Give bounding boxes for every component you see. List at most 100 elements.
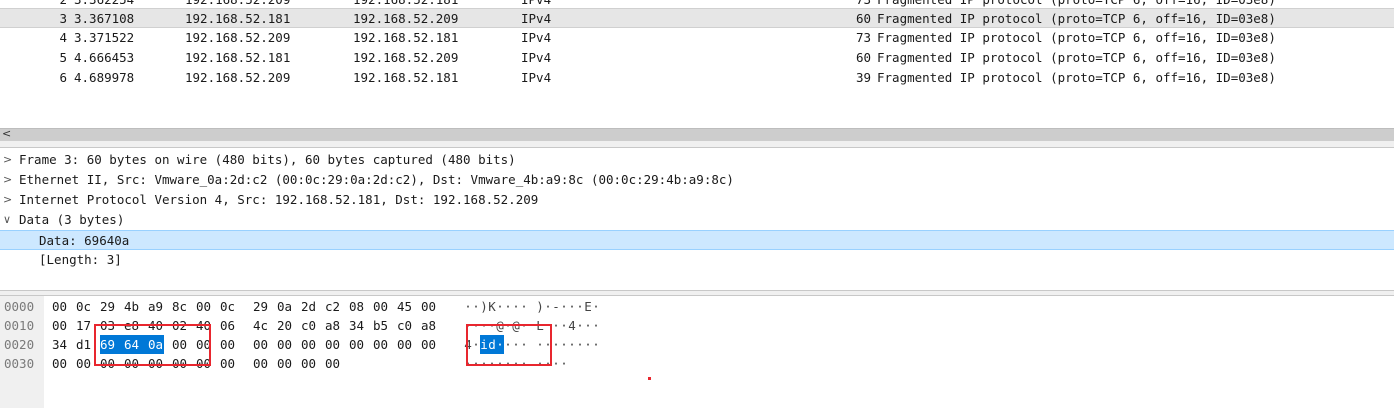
hex-byte[interactable]: 00 [373,297,393,316]
hex-byte[interactable]: 00 [277,354,297,373]
hex-byte[interactable]: 00 [421,297,441,316]
hex-byte[interactable]: 00 [76,354,96,373]
ascii-char[interactable]: · [552,335,560,354]
ascii-char[interactable]: · [584,316,592,335]
hex-byte[interactable]: b5 [373,316,393,335]
packet-row[interactable]: 4 3.371522 192.168.52.209 192.168.52.181 IPv… [0,28,1394,48]
ascii-char[interactable]: ) [536,297,544,316]
ascii-char[interactable]: - [552,297,560,316]
packet-row[interactable]: 5 4.666453 192.168.52.181 192.168.52.209 IPv… [0,48,1394,68]
hex-byte[interactable]: 45 [397,297,417,316]
hex-byte[interactable]: 00 [196,297,216,316]
ascii-char[interactable]: · [560,297,568,316]
hex-byte[interactable]: 06 [220,316,240,335]
ascii-char[interactable]: · [496,297,504,316]
packet-row[interactable]: 3 3.367108 192.168.52.181 192.168.52.209 IPv… [0,8,1394,28]
hex-row[interactable]: 0000 00 0c 29 4b a9 8c 00 0c 29 0a 2d c2 08 00 45 00 · ·) K… [0,297,1394,316]
tree-item-ip[interactable]: > Internet Protocol Version 4, Src: 192.… [0,190,1394,210]
hex-byte[interactable]: 00 [397,335,417,354]
ascii-char[interactable]: K [488,297,496,316]
ascii-char[interactable]: · [568,297,576,316]
hex-byte[interactable]: 00 [349,335,369,354]
ascii-char[interactable]: ) [480,297,488,316]
ascii-char[interactable]: · [560,335,568,354]
ascii-char[interactable]: · [560,316,568,335]
hex-byte[interactable]: 4b [124,297,144,316]
hex-byte[interactable]: 00 [253,335,273,354]
hex-byte[interactable]: 00 [52,297,72,316]
hex-byte[interactable]: 00 [52,316,72,335]
hex-byte[interactable]: 0a [277,297,297,316]
tree-item-frame[interactable]: > Frame 3: 60 bytes on wire (480 bits), … [0,150,1394,170]
packet-info: Fragmented IP protocol (proto=TCP 6, off… [877,30,1276,45]
ascii-char[interactable]: · [512,297,520,316]
hex-byte[interactable]: 08 [349,297,369,316]
tree-item-ethernet[interactable]: > Ethernet II, Src: Vmware_0a:2d:c2 (00:… [0,170,1394,190]
hex-byte[interactable]: 0c [220,297,240,316]
hex-byte[interactable]: 34 [52,335,72,354]
hex-byte[interactable]: 00 [325,335,345,354]
packet-protocol: IPv4 [521,11,552,26]
hex-byte[interactable]: 00 [253,354,273,373]
ascii-char[interactable]: · [504,297,512,316]
hex-byte[interactable]: 00 [373,335,393,354]
ascii-char[interactable]: · [544,297,552,316]
hex-byte[interactable]: 00 [325,354,345,373]
hex-byte[interactable]: d1 [76,335,96,354]
hex-byte[interactable]: 00 [301,335,321,354]
ascii-char[interactable]: E [584,297,592,316]
hex-byte[interactable]: 20 [277,316,297,335]
hex-byte[interactable]: c0 [397,316,417,335]
hex-byte[interactable]: 00 [220,354,240,373]
hex-byte[interactable]: c0 [301,316,321,335]
hex-byte[interactable]: 00 [220,335,240,354]
ascii-char[interactable]: · [576,316,584,335]
hex-byte[interactable]: 17 [76,316,96,335]
packet-list[interactable]: 2 3.362254 192.168.52.209 192.168.52.181… [0,0,1394,128]
hex-byte[interactable]: 34 [349,316,369,335]
packet-row[interactable]: 6 4.689978 192.168.52.209 192.168.52.181 IPv… [0,68,1394,88]
expand-arrow-icon[interactable]: > [3,170,15,190]
ascii-char[interactable]: · [576,297,584,316]
ascii-char[interactable]: 4 [568,316,576,335]
packet-info: Fragmented IP protocol (proto=TCP 6, off… [877,70,1276,85]
hex-byte[interactable]: 00 [277,335,297,354]
ascii-char[interactable]: · [592,335,600,354]
packet-details-tree[interactable]: > Frame 3: 60 bytes on wire (480 bits), … [0,149,1394,290]
packet-src: 192.168.52.209 [185,70,291,85]
scroll-left-arrow-icon[interactable]: < [2,127,11,140]
ascii-char[interactable]: · [552,354,560,373]
ascii-char[interactable]: · [592,316,600,335]
hex-byte[interactable]: 00 [52,354,72,373]
ascii-char[interactable]: · [584,335,592,354]
ascii-char[interactable]: · [464,297,472,316]
hex-byte[interactable]: 29 [253,297,273,316]
ascii-char[interactable]: · [560,354,568,373]
tree-item-data-value[interactable]: Data: 69640a [0,230,1394,250]
ascii-char[interactable]: · [520,297,528,316]
hex-byte[interactable]: 2d [301,297,321,316]
hex-byte[interactable]: a8 [325,316,345,335]
tree-item-data-length[interactable]: [Length: 3] [0,250,1394,270]
ascii-char[interactable]: · [576,335,584,354]
ascii-char[interactable]: · [568,335,576,354]
ascii-char[interactable]: · [552,316,560,335]
hex-byte[interactable]: c2 [325,297,345,316]
hex-byte[interactable]: 29 [100,297,120,316]
pane-splitter[interactable] [0,141,1394,148]
hex-byte[interactable]: a8 [421,316,441,335]
ascii-char[interactable]: · [592,297,600,316]
tree-item-data[interactable]: ∨ Data (3 bytes) [0,210,1394,230]
hex-byte[interactable]: 8c [172,297,192,316]
horizontal-scrollbar[interactable]: < [0,127,1394,141]
hex-byte[interactable]: 0c [76,297,96,316]
packet-protocol: IPv4 [521,70,552,85]
hex-byte[interactable]: 00 [421,335,441,354]
hex-byte[interactable]: a9 [148,297,168,316]
ascii-char[interactable]: · [472,297,480,316]
hex-byte[interactable]: 4c [253,316,273,335]
hex-byte[interactable]: 00 [301,354,321,373]
collapse-arrow-icon[interactable]: ∨ [3,210,15,230]
expand-arrow-icon[interactable]: > [3,150,15,170]
expand-arrow-icon[interactable]: > [3,190,15,210]
